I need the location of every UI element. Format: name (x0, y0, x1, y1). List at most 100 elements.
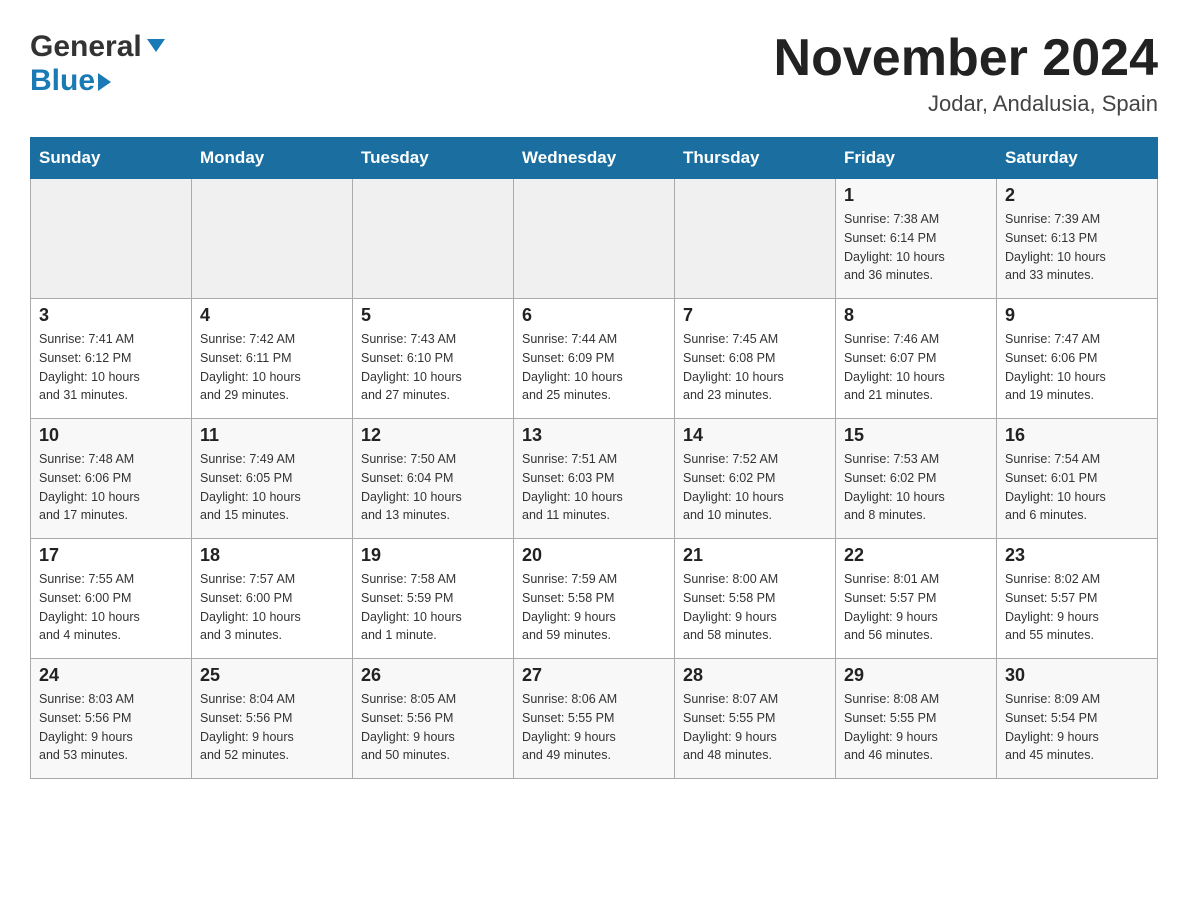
calendar-cell: 18 Sunrise: 7:57 AM Sunset: 6:00 PM Dayli… (192, 539, 353, 659)
calendar-cell: 8 Sunrise: 7:46 AM Sunset: 6:07 PM Daylig… (836, 299, 997, 419)
day-info: Sunrise: 7:38 AM Sunset: 6:14 PM Dayligh… (844, 210, 988, 285)
calendar-cell: 17Sunrise: 7:55 AM Sunset: 6:00 PM Dayli… (31, 539, 192, 659)
day-number: 19 (361, 545, 505, 566)
calendar-cell: 15 Sunrise: 7:53 AM Sunset: 6:02 PM Dayli… (836, 419, 997, 539)
calendar-title: November 2024 (774, 30, 1158, 87)
calendar-cell: 7 Sunrise: 7:45 AM Sunset: 6:08 PM Daylig… (675, 299, 836, 419)
calendar-cell: 28 Sunrise: 8:07 AM Sunset: 5:55 PM Dayli… (675, 659, 836, 779)
day-number: 7 (683, 305, 827, 326)
day-number: 8 (844, 305, 988, 326)
day-info: Sunrise: 8:02 AM Sunset: 5:57 PM Dayligh… (1005, 570, 1149, 645)
logo-general-text: General (30, 30, 142, 64)
calendar-cell: 19 Sunrise: 7:58 AM Sunset: 5:59 PM Dayli… (353, 539, 514, 659)
day-number: 28 (683, 665, 827, 686)
day-number: 15 (844, 425, 988, 446)
day-info: Sunrise: 7:47 AM Sunset: 6:06 PM Dayligh… (1005, 330, 1149, 405)
calendar-cell (514, 179, 675, 299)
weekday-header-wednesday: Wednesday (514, 138, 675, 179)
logo: General Blue (30, 30, 165, 98)
day-number: 24 (39, 665, 183, 686)
day-info: Sunrise: 8:05 AM Sunset: 5:56 PM Dayligh… (361, 690, 505, 765)
calendar-cell (353, 179, 514, 299)
calendar-cell: 6Sunrise: 7:44 AM Sunset: 6:09 PM Daylig… (514, 299, 675, 419)
day-info: Sunrise: 7:53 AM Sunset: 6:02 PM Dayligh… (844, 450, 988, 525)
day-number: 23 (1005, 545, 1149, 566)
calendar-cell (31, 179, 192, 299)
day-number: 3 (39, 305, 183, 326)
day-number: 14 (683, 425, 827, 446)
calendar-cell: 20 Sunrise: 7:59 AM Sunset: 5:58 PM Dayli… (514, 539, 675, 659)
calendar-subtitle: Jodar, Andalusia, Spain (774, 91, 1158, 117)
day-number: 27 (522, 665, 666, 686)
day-number: 25 (200, 665, 344, 686)
calendar-cell (192, 179, 353, 299)
calendar-cell: 30 Sunrise: 8:09 AM Sunset: 5:54 PM Dayli… (997, 659, 1158, 779)
calendar-cell: 11 Sunrise: 7:49 AM Sunset: 6:05 PM Dayli… (192, 419, 353, 539)
day-info: Sunrise: 7:45 AM Sunset: 6:08 PM Dayligh… (683, 330, 827, 405)
day-info: Sunrise: 7:48 AM Sunset: 6:06 PM Dayligh… (39, 450, 183, 525)
weekday-header-row: SundayMondayTuesdayWednesdayThursdayFrid… (31, 138, 1158, 179)
day-info: Sunrise: 8:04 AM Sunset: 5:56 PM Dayligh… (200, 690, 344, 765)
day-number: 22 (844, 545, 988, 566)
calendar-cell: 3 Sunrise: 7:41 AM Sunset: 6:12 PM Daylig… (31, 299, 192, 419)
weekday-header-tuesday: Tuesday (353, 138, 514, 179)
day-info: Sunrise: 7:42 AM Sunset: 6:11 PM Dayligh… (200, 330, 344, 405)
day-info: Sunrise: 7:58 AM Sunset: 5:59 PM Dayligh… (361, 570, 505, 645)
day-info: Sunrise: 7:49 AM Sunset: 6:05 PM Dayligh… (200, 450, 344, 525)
day-info: Sunrise: 7:52 AM Sunset: 6:02 PM Dayligh… (683, 450, 827, 525)
calendar-cell: 23 Sunrise: 8:02 AM Sunset: 5:57 PM Dayli… (997, 539, 1158, 659)
calendar-cell: 14 Sunrise: 7:52 AM Sunset: 6:02 PM Dayli… (675, 419, 836, 539)
weekday-header-saturday: Saturday (997, 138, 1158, 179)
day-number: 29 (844, 665, 988, 686)
calendar-cell: 5 Sunrise: 7:43 AM Sunset: 6:10 PM Daylig… (353, 299, 514, 419)
calendar-cell: 29 Sunrise: 8:08 AM Sunset: 5:55 PM Dayli… (836, 659, 997, 779)
calendar-cell: 4 Sunrise: 7:42 AM Sunset: 6:11 PM Daylig… (192, 299, 353, 419)
day-info: Sunrise: 7:50 AM Sunset: 6:04 PM Dayligh… (361, 450, 505, 525)
day-info: Sunrise: 7:39 AM Sunset: 6:13 PM Dayligh… (1005, 210, 1149, 285)
day-info: Sunrise: 7:43 AM Sunset: 6:10 PM Dayligh… (361, 330, 505, 405)
calendar-week-row: 1 Sunrise: 7:38 AM Sunset: 6:14 PM Daylig… (31, 179, 1158, 299)
calendar-cell: 2 Sunrise: 7:39 AM Sunset: 6:13 PM Daylig… (997, 179, 1158, 299)
weekday-header-thursday: Thursday (675, 138, 836, 179)
logo-blue-text: Blue (30, 64, 95, 98)
day-number: 20 (522, 545, 666, 566)
day-info: Sunrise: 8:00 AM Sunset: 5:58 PM Dayligh… (683, 570, 827, 645)
day-info: Sunrise: 8:07 AM Sunset: 5:55 PM Dayligh… (683, 690, 827, 765)
day-info: Sunrise: 7:57 AM Sunset: 6:00 PM Dayligh… (200, 570, 344, 645)
calendar-cell: 12 Sunrise: 7:50 AM Sunset: 6:04 PM Dayli… (353, 419, 514, 539)
day-info: Sunrise: 7:54 AM Sunset: 6:01 PM Dayligh… (1005, 450, 1149, 525)
day-number: 1 (844, 185, 988, 206)
calendar-week-row: 3 Sunrise: 7:41 AM Sunset: 6:12 PM Daylig… (31, 299, 1158, 419)
calendar-cell: 25 Sunrise: 8:04 AM Sunset: 5:56 PM Dayli… (192, 659, 353, 779)
day-info: Sunrise: 7:55 AM Sunset: 6:00 PM Dayligh… (39, 570, 183, 645)
day-number: 12 (361, 425, 505, 446)
day-info: Sunrise: 7:59 AM Sunset: 5:58 PM Dayligh… (522, 570, 666, 645)
calendar-cell: 1 Sunrise: 7:38 AM Sunset: 6:14 PM Daylig… (836, 179, 997, 299)
day-number: 18 (200, 545, 344, 566)
calendar-cell: 16Sunrise: 7:54 AM Sunset: 6:01 PM Dayli… (997, 419, 1158, 539)
day-number: 2 (1005, 185, 1149, 206)
calendar-table: SundayMondayTuesdayWednesdayThursdayFrid… (30, 137, 1158, 779)
calendar-cell: 21Sunrise: 8:00 AM Sunset: 5:58 PM Dayli… (675, 539, 836, 659)
day-info: Sunrise: 7:41 AM Sunset: 6:12 PM Dayligh… (39, 330, 183, 405)
day-info: Sunrise: 7:46 AM Sunset: 6:07 PM Dayligh… (844, 330, 988, 405)
day-number: 4 (200, 305, 344, 326)
day-info: Sunrise: 8:08 AM Sunset: 5:55 PM Dayligh… (844, 690, 988, 765)
day-info: Sunrise: 8:09 AM Sunset: 5:54 PM Dayligh… (1005, 690, 1149, 765)
calendar-cell: 27Sunrise: 8:06 AM Sunset: 5:55 PM Dayli… (514, 659, 675, 779)
calendar-week-row: 24 Sunrise: 8:03 AM Sunset: 5:56 PM Dayli… (31, 659, 1158, 779)
day-number: 13 (522, 425, 666, 446)
header: General Blue November 2024 Jodar, Andalu… (30, 30, 1158, 117)
day-number: 30 (1005, 665, 1149, 686)
calendar-cell (675, 179, 836, 299)
weekday-header-sunday: Sunday (31, 138, 192, 179)
weekday-header-friday: Friday (836, 138, 997, 179)
day-number: 5 (361, 305, 505, 326)
calendar-cell: 9Sunrise: 7:47 AM Sunset: 6:06 PM Daylig… (997, 299, 1158, 419)
calendar-cell: 10Sunrise: 7:48 AM Sunset: 6:06 PM Dayli… (31, 419, 192, 539)
logo-arrow-icon (145, 39, 165, 52)
weekday-header-monday: Monday (192, 138, 353, 179)
day-info: Sunrise: 8:03 AM Sunset: 5:56 PM Dayligh… (39, 690, 183, 765)
day-info: Sunrise: 7:44 AM Sunset: 6:09 PM Dayligh… (522, 330, 666, 405)
day-number: 11 (200, 425, 344, 446)
